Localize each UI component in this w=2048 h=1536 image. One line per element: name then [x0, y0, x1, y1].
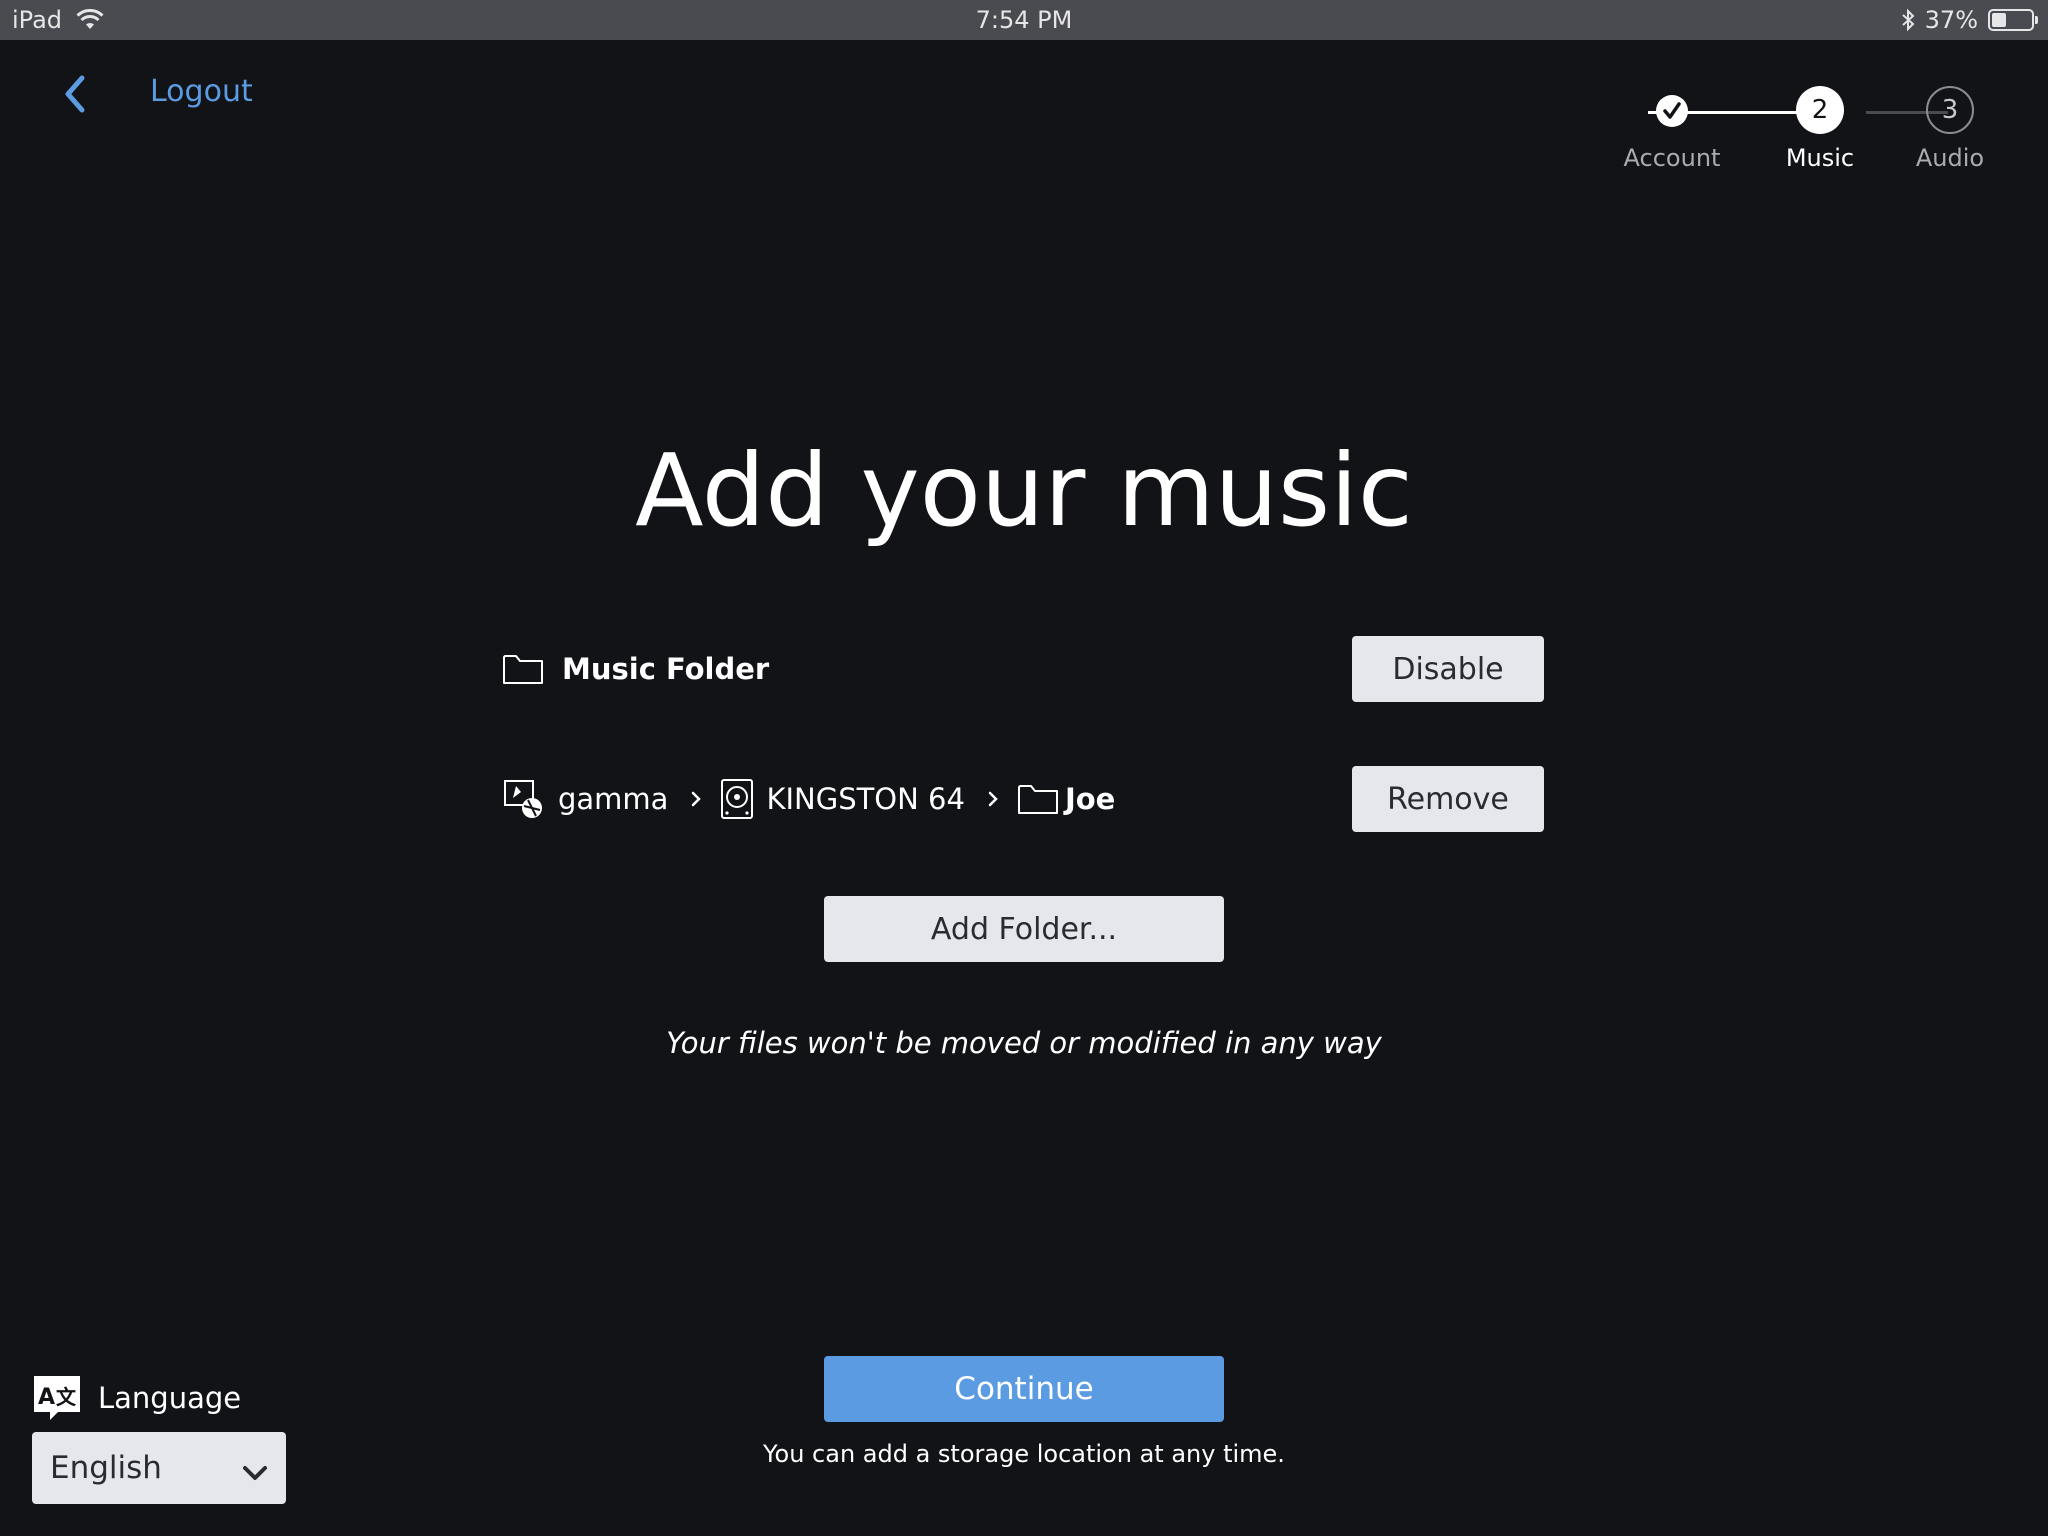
battery-level-fill — [1992, 13, 2006, 27]
language-select[interactable]: English — [32, 1432, 286, 1504]
drive-name: KINGSTON 64 — [766, 782, 965, 816]
disable-button[interactable]: Disable — [1352, 636, 1544, 702]
music-folder-label: Music Folder — [562, 652, 770, 686]
translate-icon: A 文 — [32, 1374, 82, 1422]
language-section: A 文 Language — [32, 1374, 241, 1422]
battery-percent: 37% — [1924, 6, 1978, 34]
status-bar-right: 37% — [1901, 6, 2038, 34]
files-safety-note: Your files won't be moved or modified in… — [666, 1026, 1382, 1060]
folder-icon — [502, 653, 544, 685]
language-label: Language — [98, 1381, 242, 1415]
back-button[interactable] — [56, 72, 96, 116]
step-music-label: Music — [1785, 144, 1855, 172]
folder-path-breadcrumb: gamma KINGSTON 64 Joe — [502, 766, 1115, 832]
status-bar-time: 7:54 PM — [975, 6, 1073, 34]
chevron-down-icon — [242, 1456, 268, 1492]
music-folder-item: Music Folder — [502, 636, 769, 702]
bluetooth-icon — [1901, 8, 1915, 32]
folder-path-row: gamma KINGSTON 64 Joe Remove — [502, 766, 1544, 832]
language-selected-value: English — [50, 1450, 162, 1486]
app-root: iPad 7:54 PM 37% Logout Account 2 Music … — [0, 0, 2048, 1536]
storage-hint: You can add a storage location at any ti… — [763, 1440, 1285, 1468]
folder-icon — [1017, 783, 1059, 815]
remove-button[interactable]: Remove — [1352, 766, 1544, 832]
svg-text:文: 文 — [56, 1385, 77, 1409]
server-name: gamma — [558, 782, 669, 816]
svg-text:A: A — [38, 1385, 55, 1410]
step-audio-indicator: 3 — [1926, 86, 1974, 134]
add-folder-button[interactable]: Add Folder... — [824, 896, 1224, 962]
continue-button[interactable]: Continue — [824, 1356, 1224, 1422]
music-folder-row: Music Folder Disable — [502, 636, 1544, 702]
hard-drive-icon — [720, 778, 754, 820]
chevron-right-icon — [987, 790, 999, 808]
logout-link[interactable]: Logout — [150, 74, 253, 109]
step-audio-label: Audio — [1915, 144, 1985, 172]
battery-icon — [1988, 9, 2038, 31]
chevron-left-icon — [65, 75, 85, 113]
status-bar: iPad 7:54 PM 37% — [0, 0, 2048, 40]
chevron-right-icon — [690, 790, 702, 808]
step-account-indicator — [1656, 95, 1688, 127]
setup-stepper: Account 2 Music 3 Audio — [1600, 86, 2020, 186]
page-title: Add your music — [635, 432, 1413, 549]
checkmark-icon — [1663, 102, 1681, 119]
step-music-indicator: 2 — [1796, 86, 1844, 134]
folder-name: Joe — [1064, 782, 1116, 816]
server-icon — [502, 778, 546, 820]
step-account-label: Account — [1623, 144, 1721, 172]
